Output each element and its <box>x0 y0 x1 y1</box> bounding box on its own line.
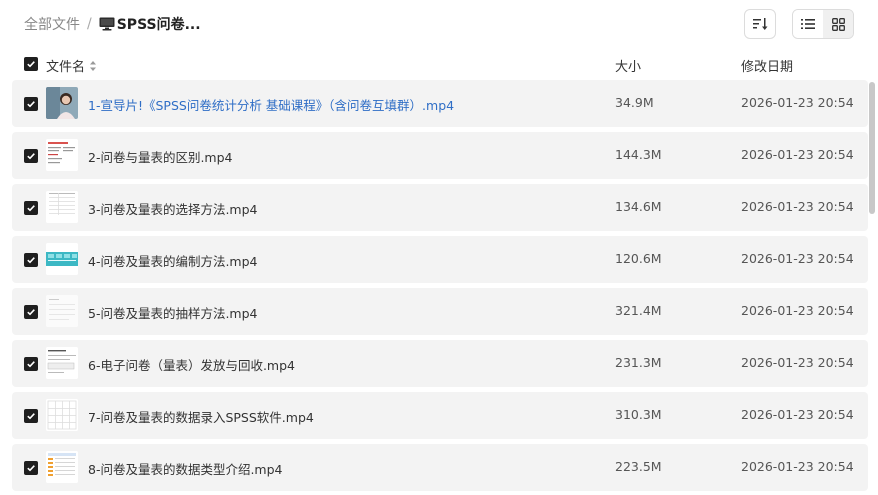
row-checkbox[interactable] <box>24 357 38 371</box>
list-view-button[interactable] <box>793 10 823 38</box>
file-size: 144.3M <box>615 147 662 162</box>
breadcrumb-root[interactable]: 全部文件 <box>24 14 80 34</box>
file-date: 2026-01-23 20:54 <box>741 147 854 162</box>
file-date: 2026-01-23 20:54 <box>741 251 854 266</box>
breadcrumb-current-label: SPSS问卷... <box>116 17 201 33</box>
file-date: 2026-01-23 20:54 <box>741 355 854 370</box>
file-size: 120.6M <box>615 251 662 266</box>
sort-icon <box>753 18 768 30</box>
video-thumbnail[interactable] <box>46 399 78 431</box>
file-size: 321.4M <box>615 303 662 318</box>
file-size: 34.9M <box>615 95 654 110</box>
check-icon <box>27 101 35 108</box>
video-thumbnail[interactable] <box>46 451 78 483</box>
check-icon <box>27 61 35 68</box>
video-thumbnail[interactable] <box>46 191 78 223</box>
check-icon <box>27 257 35 264</box>
table-row[interactable]: 4-问卷及量表的编制方法.mp4 120.6M 2026-01-23 20:54 <box>12 236 868 283</box>
table-row[interactable]: 1-宣导片!《SPSS问卷统计分析 基础课程》（含问卷互填群）.mp4 34.9… <box>12 80 868 127</box>
file-date: 2026-01-23 20:54 <box>741 459 854 474</box>
file-size: 134.6M <box>615 199 662 214</box>
file-date: 2026-01-23 20:54 <box>741 303 854 318</box>
column-header-size[interactable]: 大小 <box>615 56 641 75</box>
row-checkbox[interactable] <box>24 201 38 215</box>
table-row[interactable]: 5-问卷及量表的抽样方法.mp4 321.4M 2026-01-23 20:54 <box>12 288 868 335</box>
file-name[interactable]: 5-问卷及量表的抽样方法.mp4 <box>88 303 258 322</box>
column-header-name-label: 文件名 <box>46 60 86 75</box>
grid-icon <box>831 17 845 31</box>
check-icon <box>27 465 35 472</box>
check-icon <box>27 413 35 420</box>
file-name[interactable]: 7-问卷及量表的数据录入SPSS软件.mp4 <box>88 407 314 426</box>
file-name[interactable]: 6-电子问卷（量表）发放与回收.mp4 <box>88 355 295 374</box>
file-date: 2026-01-23 20:54 <box>741 95 854 110</box>
grid-view-button[interactable] <box>823 10 853 38</box>
row-checkbox[interactable] <box>24 149 38 163</box>
computer-icon <box>99 17 115 31</box>
table-row[interactable]: 6-电子问卷（量表）发放与回收.mp4 231.3M 2026-01-23 20… <box>12 340 868 387</box>
breadcrumb-separator: / <box>87 16 92 32</box>
file-date: 2026-01-23 20:54 <box>741 407 854 422</box>
file-size: 310.3M <box>615 407 662 422</box>
file-date: 2026-01-23 20:54 <box>741 199 854 214</box>
check-icon <box>27 153 35 160</box>
video-thumbnail[interactable] <box>46 139 78 171</box>
table-row[interactable]: 8-问卷及量表的数据类型介绍.mp4 223.5M 2026-01-23 20:… <box>12 444 868 491</box>
table-header: 文件名 大小 修改日期 <box>12 50 868 78</box>
file-size: 223.5M <box>615 459 662 474</box>
video-thumbnail[interactable] <box>46 87 78 119</box>
column-header-date[interactable]: 修改日期 <box>741 56 793 75</box>
scrollbar-thumb[interactable] <box>869 82 875 214</box>
row-checkbox[interactable] <box>24 409 38 423</box>
row-checkbox[interactable] <box>24 305 38 319</box>
row-checkbox[interactable] <box>24 461 38 475</box>
list-icon <box>801 19 815 29</box>
column-header-name[interactable]: 文件名 <box>46 56 97 75</box>
sort-button[interactable] <box>744 9 776 39</box>
breadcrumb-current: SPSS问卷... <box>99 14 201 34</box>
top-bar: 全部文件 / SPSS问卷... <box>0 0 878 48</box>
file-name[interactable]: 3-问卷及量表的选择方法.mp4 <box>88 199 258 218</box>
video-thumbnail[interactable] <box>46 243 78 275</box>
breadcrumb: 全部文件 / SPSS问卷... <box>24 14 201 34</box>
row-checkbox[interactable] <box>24 97 38 111</box>
table-row[interactable]: 3-问卷及量表的选择方法.mp4 134.6M 2026-01-23 20:54 <box>12 184 868 231</box>
check-icon <box>27 309 35 316</box>
check-icon <box>27 361 35 368</box>
file-name[interactable]: 2-问卷与量表的区别.mp4 <box>88 147 233 166</box>
view-toggle <box>792 9 854 39</box>
file-name[interactable]: 8-问卷及量表的数据类型介绍.mp4 <box>88 459 283 478</box>
video-thumbnail[interactable] <box>46 347 78 379</box>
select-all-checkbox[interactable] <box>24 57 38 71</box>
check-icon <box>27 205 35 212</box>
video-thumbnail[interactable] <box>46 295 78 327</box>
file-name[interactable]: 1-宣导片!《SPSS问卷统计分析 基础课程》（含问卷互填群）.mp4 <box>88 95 454 114</box>
row-checkbox[interactable] <box>24 253 38 267</box>
file-size: 231.3M <box>615 355 662 370</box>
sort-arrows-icon <box>90 60 97 71</box>
table-row[interactable]: 2-问卷与量表的区别.mp4 144.3M 2026-01-23 20:54 <box>12 132 868 179</box>
file-name[interactable]: 4-问卷及量表的编制方法.mp4 <box>88 251 258 270</box>
table-row[interactable]: 7-问卷及量表的数据录入SPSS软件.mp4 310.3M 2026-01-23… <box>12 392 868 439</box>
